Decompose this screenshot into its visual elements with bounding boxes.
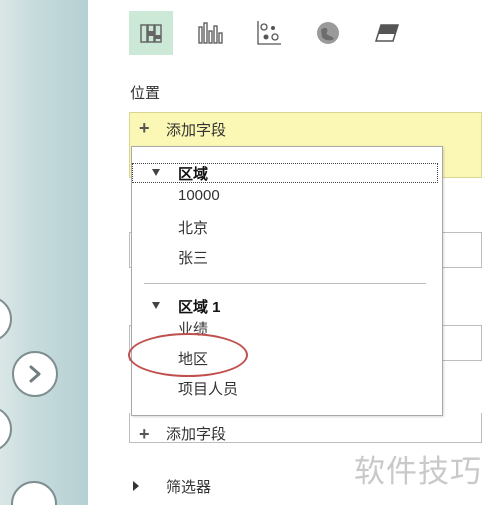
eraser-icon xyxy=(374,24,400,42)
chevron-right-icon xyxy=(29,365,41,383)
nav-circle-bottom[interactable] xyxy=(11,481,57,505)
list-item[interactable]: 10000 xyxy=(178,187,220,204)
add-field-label: 添加字段 xyxy=(166,122,227,139)
field-list-icon xyxy=(140,24,162,43)
list-item[interactable]: 项目人员 xyxy=(178,378,238,399)
add-field-drop-zone-bottom[interactable]: + 添加字段 xyxy=(129,413,482,443)
bubble-chart-tool[interactable] xyxy=(247,11,291,55)
highlight-ellipse xyxy=(128,333,248,377)
bar-chart-icon xyxy=(198,22,223,44)
collapse-triangle-icon[interactable] xyxy=(152,302,160,309)
plus-icon: + xyxy=(139,424,150,443)
field-list-tool[interactable] xyxy=(129,11,173,55)
bubble-chart-icon xyxy=(257,21,281,45)
left-panel xyxy=(0,0,88,505)
nav-circle-top[interactable] xyxy=(0,296,12,342)
position-label: 位置 xyxy=(130,85,161,102)
group-title[interactable]: 区域 xyxy=(178,163,208,184)
list-item[interactable]: 北京 xyxy=(178,217,208,238)
collapse-triangle-icon[interactable] xyxy=(152,169,160,176)
list-item[interactable]: 张三 xyxy=(178,247,208,268)
bar-chart-tool[interactable] xyxy=(188,11,232,55)
add-field-label-bottom: 添加字段 xyxy=(166,426,227,443)
group-title[interactable]: 区域 1 xyxy=(178,296,221,317)
nav-circle-mid[interactable] xyxy=(0,406,12,452)
watermark: 软件技巧 xyxy=(354,454,482,489)
map-icon xyxy=(317,22,339,44)
plus-icon: + xyxy=(139,118,150,138)
separator xyxy=(144,283,426,284)
next-button[interactable] xyxy=(12,351,58,397)
filter-label: 筛选器 xyxy=(166,479,212,496)
expand-arrow-icon xyxy=(133,481,139,491)
map-tool[interactable] xyxy=(306,11,350,55)
toolbar xyxy=(129,11,424,55)
eraser-tool[interactable] xyxy=(365,11,409,55)
